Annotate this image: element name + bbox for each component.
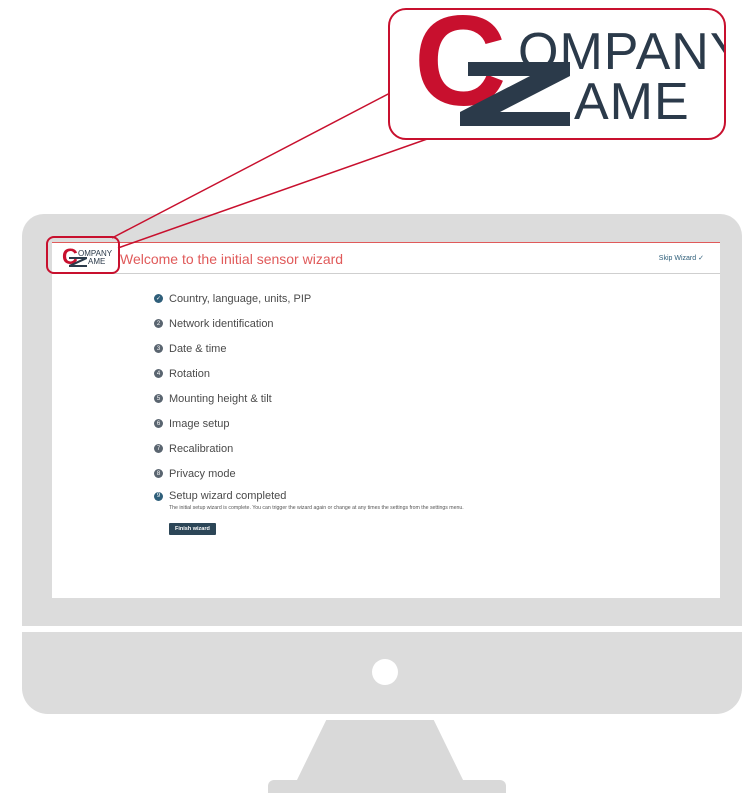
step-check-icon: ✓: [154, 294, 163, 303]
step-date-time[interactable]: 3 Date & time: [154, 336, 311, 361]
step-label: Network identification: [169, 317, 274, 330]
step-number-badge: 4: [154, 369, 163, 378]
step-setup-completed[interactable]: 9 Setup wizard completed: [154, 486, 311, 506]
step-privacy-mode[interactable]: 8 Privacy mode: [154, 461, 311, 486]
logo-z-mark-large: [460, 62, 570, 126]
logo-highlight-frame: [46, 236, 120, 274]
step-label: Date & time: [169, 342, 227, 355]
completion-message: The initial setup wizard is complete. Yo…: [169, 505, 464, 511]
checkmark-icon: ✓: [698, 255, 704, 262]
step-label: Country, language, units, PIP: [169, 292, 312, 305]
skip-wizard-link[interactable]: Skip Wizard ✓: [659, 254, 704, 262]
step-number-badge: 8: [154, 469, 163, 478]
logo-zoom-callout: C OMPANY AME: [388, 8, 726, 140]
app-screen: C OMPANY AME Welcome to the initial sens…: [52, 242, 720, 598]
step-network-identification[interactable]: 2 Network identification: [154, 311, 311, 336]
step-label: Privacy mode: [169, 467, 236, 480]
step-recalibration[interactable]: 7 Recalibration: [154, 436, 311, 461]
monitor-stand-base: [268, 780, 506, 793]
step-country-language[interactable]: ✓ Country, language, units, PIP: [154, 286, 311, 311]
step-image-setup[interactable]: 6 Image setup: [154, 411, 311, 436]
step-label: Recalibration: [169, 442, 234, 455]
step-number-badge: 2: [154, 319, 163, 328]
step-number-badge: 5: [154, 394, 163, 403]
step-label: Setup wizard completed: [169, 490, 287, 502]
power-button-icon: [372, 659, 398, 685]
step-label: Image setup: [169, 417, 230, 430]
step-number-badge: 3: [154, 344, 163, 353]
company-logo-large: C OMPANY AME: [414, 8, 726, 133]
app-header: C OMPANY AME Welcome to the initial sens…: [52, 242, 720, 274]
wizard-steps-list: ✓ Country, language, units, PIP 2 Networ…: [154, 286, 311, 506]
step-mounting-height[interactable]: 5 Mounting height & tilt: [154, 386, 311, 411]
page-title: Welcome to the initial sensor wizard: [120, 251, 344, 267]
step-label: Mounting height & tilt: [169, 392, 272, 405]
monitor-stand: [296, 720, 464, 782]
step-number-badge: 7: [154, 444, 163, 453]
finish-wizard-button[interactable]: Finish wizard: [169, 523, 216, 535]
step-rotation[interactable]: 4 Rotation: [154, 361, 311, 386]
completion-panel: The initial setup wizard is complete. Yo…: [169, 505, 709, 535]
step-label: Rotation: [169, 367, 210, 380]
step-number-badge: 9: [154, 491, 163, 501]
skip-wizard-label: Skip Wizard: [658, 255, 697, 262]
step-number-badge: 6: [154, 419, 163, 428]
